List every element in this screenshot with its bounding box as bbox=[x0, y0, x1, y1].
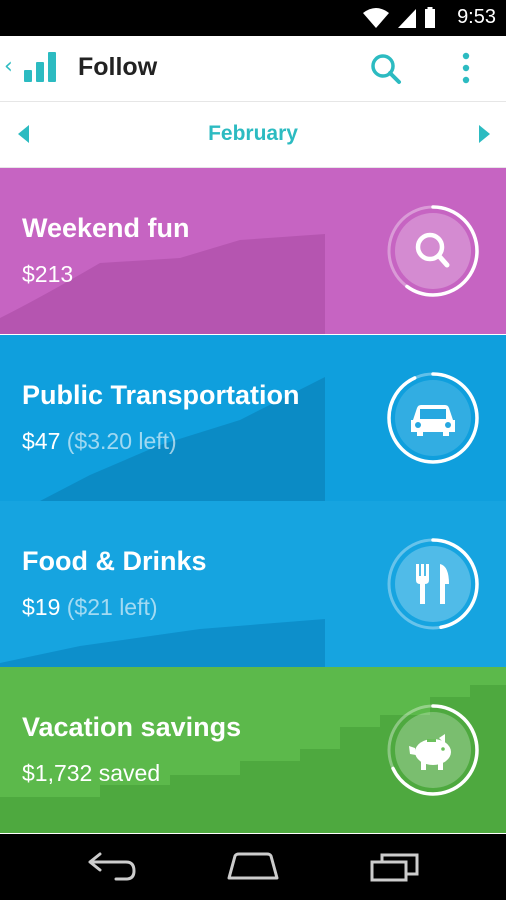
status-time: 9:53 bbox=[457, 6, 496, 28]
category-progress-ring[interactable] bbox=[385, 702, 481, 798]
app-logo-icon[interactable] bbox=[24, 50, 60, 82]
recents-nav-icon[interactable] bbox=[370, 852, 420, 882]
wifi-icon bbox=[363, 8, 389, 28]
app-title: Follow bbox=[78, 53, 158, 81]
category-amount: $1,732 saved bbox=[22, 760, 161, 786]
status-icons bbox=[362, 7, 436, 29]
back-nav-icon[interactable] bbox=[86, 852, 138, 882]
next-month-arrow-icon[interactable] bbox=[478, 125, 490, 143]
overflow-menu-icon[interactable] bbox=[461, 52, 471, 84]
category-progress-ring[interactable] bbox=[385, 203, 481, 299]
category-progress-ring[interactable] bbox=[385, 370, 481, 466]
month-selector: February bbox=[0, 102, 506, 168]
status-bar: 9:53 bbox=[0, 0, 506, 36]
signal-icon bbox=[398, 9, 416, 28]
category-card-public-transportation[interactable]: Public Transportation $47 ($3.20 left) bbox=[0, 335, 506, 501]
system-nav-bar bbox=[0, 834, 506, 900]
category-card-weekend-fun[interactable]: Weekend fun $213 bbox=[0, 168, 506, 334]
app-bar: ‹ Follow bbox=[0, 36, 506, 102]
category-card-vacation-savings[interactable]: Vacation savings $1,732 saved bbox=[0, 667, 506, 833]
back-chevron-icon[interactable]: ‹ bbox=[4, 54, 13, 79]
category-progress-ring[interactable] bbox=[385, 536, 481, 632]
category-name: Public Transportation bbox=[22, 380, 300, 410]
category-amount: $19 ($21 left) bbox=[22, 594, 158, 620]
category-name: Food & Drinks bbox=[22, 546, 207, 576]
home-nav-icon[interactable] bbox=[226, 852, 280, 882]
category-amount: $47 ($3.20 left) bbox=[22, 428, 177, 454]
category-name: Vacation savings bbox=[22, 712, 242, 742]
search-icon[interactable] bbox=[370, 53, 402, 85]
category-name: Weekend fun bbox=[22, 213, 190, 243]
month-label: February bbox=[208, 122, 298, 145]
battery-icon bbox=[425, 7, 435, 28]
category-card-food-drinks[interactable]: Food & Drinks $19 ($21 left) bbox=[0, 501, 506, 667]
car-icon bbox=[411, 405, 455, 436]
category-amount: $213 bbox=[22, 261, 74, 287]
